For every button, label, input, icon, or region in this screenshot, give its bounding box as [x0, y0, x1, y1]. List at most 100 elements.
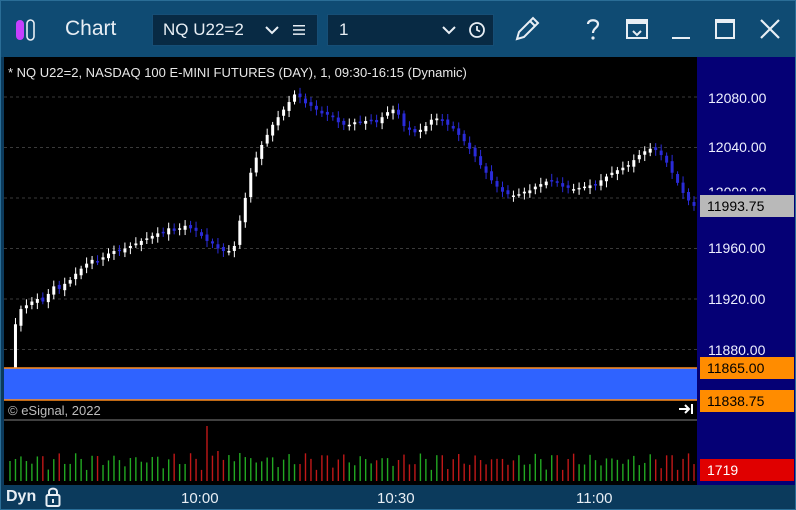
volume-bar [622, 463, 624, 481]
candle-body [440, 119, 444, 121]
volume-bar [556, 455, 558, 481]
candle-body [533, 186, 537, 190]
volume-bar [80, 458, 82, 481]
candle-body [681, 182, 685, 193]
candle-body [615, 170, 619, 174]
minimize-icon[interactable] [665, 13, 697, 45]
candle-body [435, 118, 439, 121]
candle-body [336, 117, 340, 123]
volume-bar [25, 461, 28, 481]
candle-body [692, 202, 696, 206]
volume-bar [58, 453, 60, 481]
interval-value: 1 [339, 20, 349, 39]
interval-selector[interactable]: 1 [327, 14, 494, 46]
chevron-down-icon[interactable] [264, 24, 280, 36]
dynamic-mode-label[interactable]: Dyn [6, 488, 36, 506]
volume-bar [222, 459, 225, 481]
price-label: 11880.00 [708, 342, 766, 358]
candle-body [473, 147, 477, 157]
volume-bar [638, 465, 640, 481]
candle-body [52, 286, 56, 295]
volume-bar [9, 461, 11, 481]
volume-bar [200, 469, 203, 481]
volume-bar [343, 454, 345, 481]
volume-bar [157, 456, 159, 481]
volume-bar [348, 462, 350, 481]
chart-window: Chart NQ U22=2 1 * NQ U22=2, NASDAQ 100 … [0, 0, 796, 510]
volume-bar [107, 460, 110, 481]
volume-bar [501, 458, 504, 481]
volume-bar [14, 459, 17, 481]
candle-body [610, 172, 614, 176]
candle-body [35, 299, 39, 303]
volume-bar [397, 459, 400, 481]
volume-bar [354, 465, 356, 481]
candle-body [391, 109, 395, 114]
candle-body [490, 171, 494, 181]
volume-bar [600, 465, 602, 481]
volume-bar [42, 456, 44, 481]
volume-bar [167, 459, 170, 481]
volume-bar [392, 465, 394, 481]
candle-body [539, 184, 543, 187]
maximize-icon[interactable] [709, 13, 741, 45]
volume-bar [452, 459, 454, 481]
volume-bar [113, 455, 115, 481]
candles [8, 87, 696, 393]
candle-body [637, 155, 641, 160]
chart-info: * NQ U22=2, NASDAQ 100 E-MINI FUTURES (D… [8, 65, 467, 80]
candle-body [41, 297, 45, 302]
go-to-end-icon[interactable] [677, 402, 695, 416]
volume-bar [627, 459, 630, 481]
lock-icon[interactable] [44, 486, 62, 508]
candle-body [156, 233, 160, 237]
candle-body [665, 155, 669, 163]
menu-icon[interactable] [292, 23, 306, 37]
volume-bar [436, 455, 438, 481]
pencil-icon[interactable] [511, 13, 543, 45]
candle-body [57, 284, 61, 289]
symbol-selector[interactable]: NQ U22=2 [152, 14, 318, 46]
zone-top-tag[interactable]: 11865.00 [700, 357, 794, 379]
copyright: © eSignal, 2022 [8, 403, 101, 418]
volume-bar [403, 454, 405, 481]
candle-body [232, 245, 236, 251]
candle-body [68, 280, 72, 284]
candle-body [364, 120, 368, 124]
help-icon[interactable] [577, 13, 609, 45]
price-chart[interactable] [4, 57, 697, 485]
price-label: 11920.00 [708, 291, 766, 307]
candle-body [643, 151, 647, 155]
volume-bar [261, 461, 263, 481]
candle-body [309, 102, 313, 106]
candle-body [375, 119, 379, 123]
volume-bar [140, 461, 143, 481]
volume-bar [293, 464, 296, 481]
volume-bar [425, 458, 427, 481]
clock-icon[interactable] [468, 21, 486, 39]
candle-body [659, 150, 663, 156]
zone-bottom-tag[interactable]: 11838.75 [700, 390, 794, 412]
candle-body [210, 241, 214, 244]
volume-bar [332, 467, 334, 481]
chevron-down-icon[interactable] [441, 24, 457, 36]
time-label: 11:00 [576, 490, 613, 507]
price-axis[interactable] [697, 57, 795, 485]
candle-body [260, 144, 264, 159]
candle-body [687, 191, 691, 201]
candle-body [282, 109, 286, 116]
volume-bar [512, 460, 515, 481]
layout-icon[interactable] [621, 13, 653, 45]
candle-body [205, 234, 209, 241]
volume-bar [687, 453, 690, 481]
volume-bar [102, 464, 104, 481]
volume-bar [244, 457, 246, 481]
close-icon[interactable] [754, 13, 786, 45]
volume-bar [337, 459, 340, 481]
volume-bar [239, 453, 241, 481]
candle-body [418, 129, 422, 132]
candle-body [145, 238, 149, 240]
chart-area[interactable]: * NQ U22=2, NASDAQ 100 E-MINI FUTURES (D… [4, 57, 697, 485]
last-price-tag: 11993.75 [700, 195, 794, 217]
candle-body [19, 309, 23, 326]
